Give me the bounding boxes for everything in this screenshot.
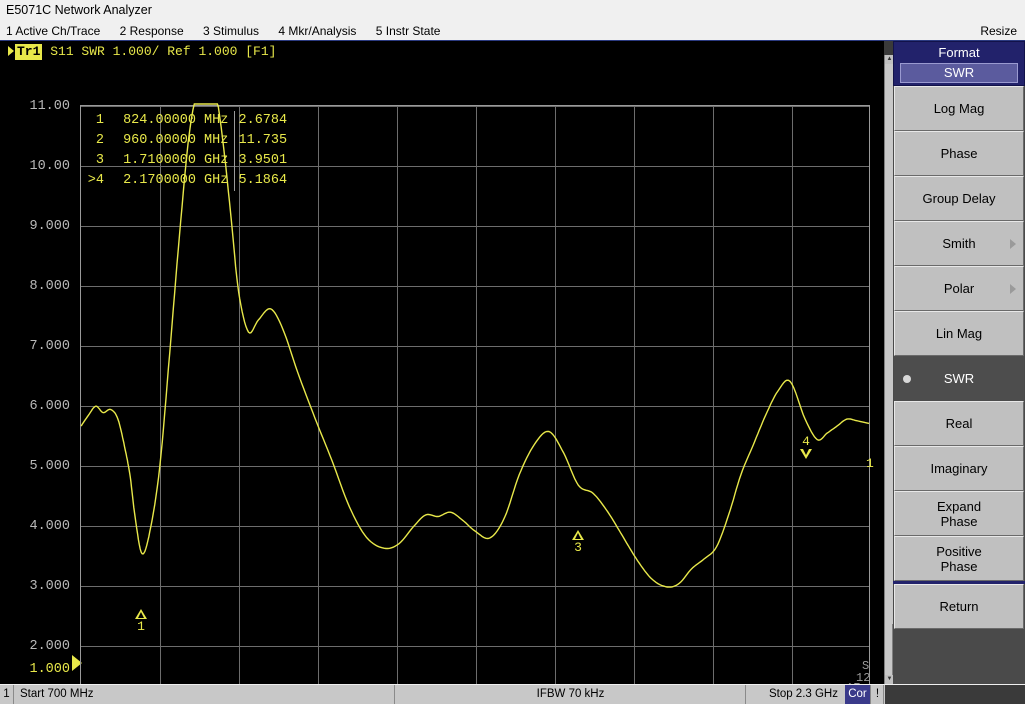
trace-number-label: 1 <box>866 456 874 471</box>
trace-marker-1[interactable]: 1 <box>128 609 154 634</box>
menu-item-stimulus[interactable]: 3 Stimulus <box>195 21 267 41</box>
softkey-smith[interactable]: Smith <box>894 221 1024 266</box>
softkey-return[interactable]: Return <box>894 584 1024 629</box>
port-line-1: 1F- <box>846 682 868 684</box>
marker-value: 11.735 <box>233 131 298 151</box>
softkey-label: Expand Phase <box>936 498 982 529</box>
softkey-lin-mag[interactable]: Lin Mag <box>894 311 1024 356</box>
softkey-log-mag[interactable]: Log Mag <box>894 86 1024 131</box>
marker-freq: 2.1700000 <box>123 173 196 188</box>
softkey-label: Return <box>939 599 979 614</box>
menu-item-mkr-analysis[interactable]: 4 Mkr/Analysis <box>270 21 364 41</box>
marker-value: 2.6784 <box>233 111 298 131</box>
table-row[interactable]: 2 960.00000 MHz 11.735 <box>82 131 298 151</box>
table-row[interactable]: >4 2.1700000 GHz 5.1864 <box>82 171 298 191</box>
status-channel-number[interactable]: 1 <box>0 685 14 704</box>
softkey-panel: Format SWR Log Mag Phase Group Delay Smi… <box>893 41 1025 684</box>
softkey-label: Phase <box>940 146 978 161</box>
status-bar: 1 Start 700 MHz IFBW 70 kHz Stop 2.3 GHz… <box>0 684 1025 704</box>
status-start-frequency[interactable]: Start 700 MHz <box>15 685 395 704</box>
softkey-imaginary[interactable]: Imaginary <box>894 446 1024 491</box>
marker-freq: 824.00000 <box>123 113 196 128</box>
marker-label: 3 <box>574 540 582 555</box>
softkey-scrollbar[interactable]: ▲ ▼ <box>884 55 894 684</box>
status-ifbw[interactable]: IFBW 70 kHz <box>396 685 746 704</box>
resize-button[interactable]: Resize <box>980 21 1017 41</box>
marker-unit: GHz <box>204 173 229 188</box>
menu-bar: 1 Active Ch/Trace 2 Response 3 Stimulus … <box>0 21 1025 41</box>
table-row[interactable]: 1 824.00000 MHz 2.6784 <box>82 111 298 131</box>
softkey-polar[interactable]: Polar <box>894 266 1024 311</box>
marker-readout-table[interactable]: 1 824.00000 MHz 2.6784 2 960.00000 MHz 1… <box>82 111 298 191</box>
softkey-label: Group Delay <box>922 191 996 206</box>
softkey-label: Positive Phase <box>936 543 982 574</box>
status-stop-frequency[interactable]: Stop 2.3 GHz <box>747 685 842 704</box>
status-correction-badge[interactable]: Cor <box>845 685 871 704</box>
marker-index: >4 <box>87 173 104 188</box>
softkey-swr-selected[interactable]: SWR <box>894 356 1024 401</box>
softkey-label: Lin Mag <box>935 326 983 341</box>
softkey-label: SWR <box>943 371 975 386</box>
softkey-positive-phase[interactable]: Positive Phase <box>894 536 1024 581</box>
trace-marker-3[interactable]: 3 <box>565 530 591 555</box>
marker-freq: 960.00000 <box>123 133 196 148</box>
softkey-empty-area <box>893 629 1025 684</box>
status-alert-badge[interactable]: ! <box>872 685 884 704</box>
port-status-block: S 12 R 1F- 2-- <box>838 658 882 684</box>
softkey-group-delay[interactable]: Group Delay <box>894 176 1024 221</box>
marker-triangle-icon <box>800 449 812 459</box>
menu-item-instr-state[interactable]: 5 Instr State <box>368 21 449 41</box>
softkey-label: Smith <box>942 236 976 251</box>
marker-index: 3 <box>95 153 104 168</box>
trace-marker-4-active[interactable]: 4 <box>795 434 817 459</box>
marker-value: 5.1864 <box>233 171 298 191</box>
menu-item-response[interactable]: 2 Response <box>112 21 192 41</box>
marker-triangle-icon <box>135 609 147 619</box>
window-title: E5071C Network Analyzer <box>0 0 1025 21</box>
e5071c-application-window: E5071C Network Analyzer 1 Active Ch/Trac… <box>0 0 1025 704</box>
menu-item-active-ch-trace[interactable]: 1 Active Ch/Trace <box>0 21 108 41</box>
softkey-expand-phase[interactable]: Expand Phase <box>894 491 1024 536</box>
softkey-real[interactable]: Real <box>894 401 1024 446</box>
marker-label: 4 <box>802 434 810 449</box>
marker-triangle-icon <box>572 530 584 540</box>
table-row[interactable]: 3 1.7100000 GHz 3.9501 <box>82 151 298 171</box>
status-filler <box>885 685 1025 704</box>
softkey-phase[interactable]: Phase <box>894 131 1024 176</box>
chevron-right-icon <box>1010 283 1016 294</box>
softkey-label: Imaginary <box>930 461 988 476</box>
marker-label: 1 <box>137 619 145 634</box>
softkey-label: Log Mag <box>933 101 985 116</box>
marker-index: 2 <box>95 133 104 148</box>
softkey-header-format[interactable]: Format SWR <box>893 41 1025 86</box>
marker-unit: GHz <box>204 153 229 168</box>
chevron-right-icon <box>1010 238 1016 249</box>
softkey-header-value[interactable]: SWR <box>900 63 1018 83</box>
softkey-label: Polar <box>943 281 975 296</box>
marker-index: 1 <box>95 113 104 128</box>
marker-unit: MHz <box>204 113 229 128</box>
radio-selected-icon <box>903 374 911 383</box>
marker-unit: MHz <box>204 133 229 148</box>
marker-value: 3.9501 <box>233 151 298 171</box>
softkey-header-title: Format <box>938 45 980 60</box>
marker-freq: 1.7100000 <box>123 153 196 168</box>
graph-display-area[interactable]: Tr1 S11 SWR 1.000/ Ref 1.000 [F1] 11.00 … <box>0 41 884 684</box>
softkey-label: Real <box>945 416 973 431</box>
